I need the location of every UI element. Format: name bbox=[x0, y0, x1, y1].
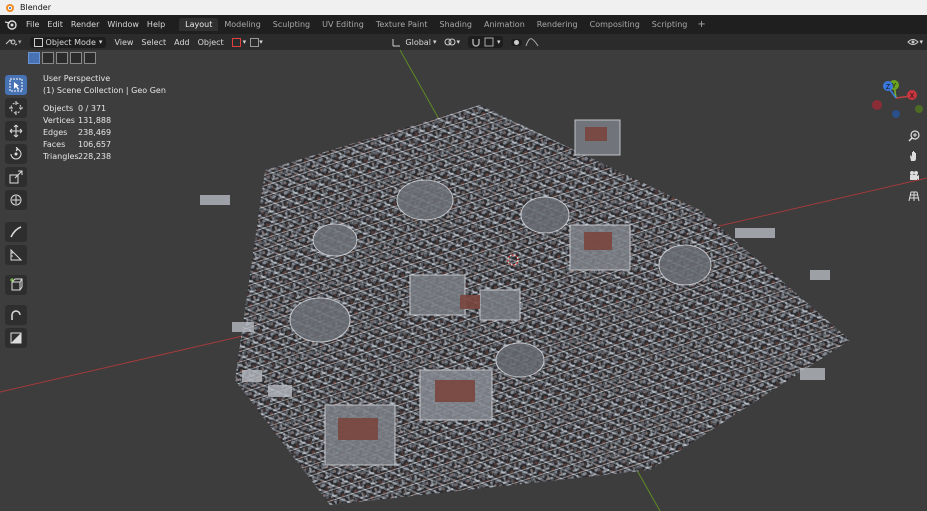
menu-select[interactable]: Select bbox=[137, 38, 170, 47]
gizmo-z-label: Z bbox=[886, 84, 891, 91]
select-box-tool[interactable] bbox=[5, 75, 27, 95]
workspace-tabs: Layout Modeling Sculpting UV Editing Tex… bbox=[179, 18, 710, 31]
annotate-tool[interactable] bbox=[5, 222, 27, 242]
snap-increment-icon bbox=[484, 37, 494, 47]
gizmo-y-label: Y bbox=[892, 83, 897, 90]
magnet-icon bbox=[472, 39, 480, 47]
transform-icon bbox=[10, 194, 22, 206]
stat-row: Faces 106,657 bbox=[43, 140, 112, 149]
cursor-arrow-icon bbox=[9, 78, 23, 92]
object-mode-icon bbox=[33, 37, 43, 47]
blender-logo-icon bbox=[6, 3, 14, 12]
pan-button[interactable] bbox=[906, 148, 922, 164]
move-arrows-icon bbox=[9, 124, 23, 138]
pencil-icon bbox=[10, 226, 22, 238]
gizmo-neg-y-handle[interactable] bbox=[915, 105, 923, 113]
chevron-down-icon: ▾ bbox=[98, 38, 103, 46]
tab-rendering[interactable]: Rendering bbox=[531, 18, 584, 31]
scale-tool[interactable] bbox=[5, 167, 27, 187]
tab-uv-editing[interactable]: UV Editing bbox=[316, 18, 370, 31]
blender-menu-icon[interactable] bbox=[4, 19, 18, 31]
hand-icon bbox=[910, 151, 916, 161]
tab-animation[interactable]: Animation bbox=[478, 18, 531, 31]
stat-row: Triangles 228,238 bbox=[43, 152, 112, 161]
mode-dropdown[interactable]: Object Mode ▾ bbox=[26, 36, 111, 48]
cube-add-icon bbox=[10, 278, 23, 291]
transform-gizmo-icon bbox=[231, 37, 241, 47]
orientation-label: Global bbox=[405, 37, 431, 47]
proportional-dot-icon bbox=[514, 39, 520, 45]
view-name: User Perspective bbox=[43, 74, 111, 83]
pivot-dropdown[interactable]: ▾ bbox=[440, 37, 464, 47]
viewport-3d[interactable] bbox=[0, 50, 927, 511]
falloff-curve-icon bbox=[526, 38, 539, 47]
rotate-icon bbox=[10, 147, 22, 160]
move-tool[interactable] bbox=[5, 121, 27, 141]
menu-edit[interactable]: Edit bbox=[43, 20, 67, 29]
top-menubar: File Edit Render Window Help Layout Mode… bbox=[0, 15, 927, 34]
proportional-edit-toggle[interactable] bbox=[507, 37, 543, 47]
menu-add[interactable]: Add bbox=[170, 38, 194, 47]
tab-compositing[interactable]: Compositing bbox=[584, 18, 646, 31]
stat-row: Objects 0 / 371 bbox=[43, 104, 107, 113]
gizmo-toggles[interactable]: ▾ ▾ bbox=[228, 37, 267, 47]
zoom-button[interactable] bbox=[906, 128, 922, 144]
window-titlebar: Blender bbox=[0, 0, 927, 15]
menu-render[interactable]: Render bbox=[67, 20, 103, 29]
viewport-info: User Perspective (1) Scene Collection | … bbox=[43, 73, 166, 97]
add-workspace-button[interactable]: + bbox=[693, 19, 709, 30]
editor-type-button[interactable]: ▾ bbox=[0, 37, 26, 47]
rotate-tool[interactable] bbox=[5, 144, 27, 164]
add-cube-tool[interactable] bbox=[5, 275, 27, 295]
tab-texture-paint[interactable]: Texture Paint bbox=[370, 18, 434, 31]
menu-view[interactable]: View bbox=[110, 38, 137, 47]
shear-tool[interactable] bbox=[5, 328, 27, 348]
editor-type-icon bbox=[5, 39, 18, 46]
tab-layout[interactable]: Layout bbox=[179, 18, 219, 31]
eye-icon bbox=[907, 39, 920, 45]
zoom-icon bbox=[908, 130, 920, 142]
ruler-icon bbox=[10, 248, 23, 261]
collection-name: (1) Scene Collection | Geo Gen bbox=[43, 86, 166, 95]
bend-tool[interactable] bbox=[5, 305, 27, 325]
orientation-icon bbox=[392, 39, 401, 47]
tab-shading[interactable]: Shading bbox=[433, 18, 478, 31]
bend-icon bbox=[11, 310, 21, 320]
snapping-toggle[interactable]: ▾ bbox=[464, 36, 508, 48]
menu-file[interactable]: File bbox=[22, 20, 43, 29]
gizmo-x-label: X bbox=[910, 93, 915, 100]
gizmo-neg-z-handle[interactable] bbox=[892, 110, 900, 118]
viewport-nav-buttons bbox=[906, 128, 924, 208]
camera-view-button[interactable] bbox=[906, 168, 922, 184]
viewport-shading-dropdown[interactable]: ▾ bbox=[903, 37, 927, 47]
window-title: Blender bbox=[20, 3, 51, 12]
menu-help[interactable]: Help bbox=[143, 20, 169, 29]
tab-sculpting[interactable]: Sculpting bbox=[267, 18, 316, 31]
menu-object[interactable]: Object bbox=[194, 38, 228, 47]
snap-icon bbox=[250, 37, 260, 47]
menu-window[interactable]: Window bbox=[103, 20, 143, 29]
tab-scripting[interactable]: Scripting bbox=[646, 18, 694, 31]
measure-tool[interactable] bbox=[5, 245, 27, 265]
stat-row: Vertices 131,888 bbox=[43, 116, 112, 125]
scale-icon bbox=[9, 170, 23, 184]
mode-label: Object Mode bbox=[45, 37, 96, 47]
cursor-tool[interactable] bbox=[5, 98, 27, 118]
shear-icon bbox=[10, 332, 22, 344]
crosshair-icon bbox=[9, 101, 23, 115]
tab-modeling[interactable]: Modeling bbox=[218, 18, 266, 31]
link-icon bbox=[444, 38, 456, 46]
navigation-gizmo[interactable]: X Y Z bbox=[866, 78, 926, 120]
stat-row: Edges 238,469 bbox=[43, 128, 112, 137]
tool-shelf bbox=[5, 72, 31, 351]
perspective-toggle-button[interactable] bbox=[906, 188, 922, 204]
camera-icon bbox=[910, 171, 919, 180]
gizmo-neg-x-handle[interactable] bbox=[872, 100, 882, 110]
geo-gen-mesh bbox=[200, 105, 850, 505]
grid-icon bbox=[908, 191, 920, 202]
transform-tool[interactable] bbox=[5, 190, 27, 210]
transform-orientation-dropdown[interactable]: Global ▾ bbox=[388, 37, 440, 47]
scene-statistics: Objects 0 / 371 Vertices 131,888 Edges 238,… bbox=[43, 103, 111, 163]
viewport-header: ▾ Object Mode ▾ View Select Add Object ▾… bbox=[0, 34, 927, 50]
